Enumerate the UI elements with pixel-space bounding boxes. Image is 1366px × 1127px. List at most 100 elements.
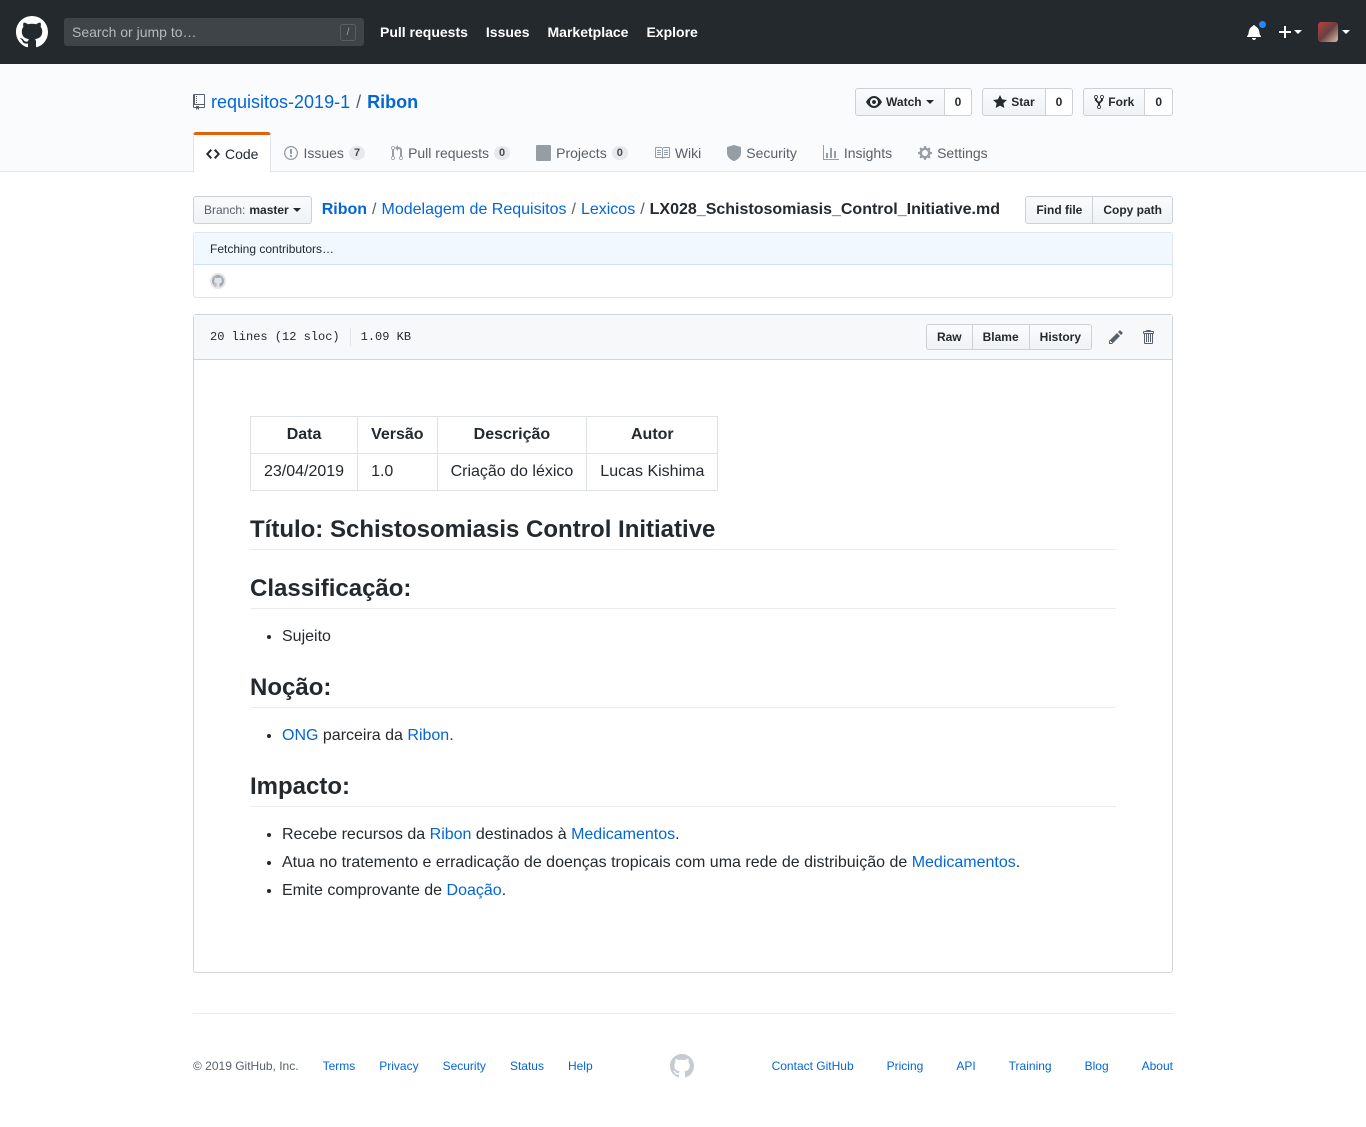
footer-link-about[interactable]: About [1142, 1059, 1173, 1073]
github-logo-icon[interactable] [16, 16, 48, 48]
footer-link-contact[interactable]: Contact GitHub [772, 1059, 854, 1073]
nav-pull-requests[interactable]: Pull requests [380, 24, 468, 40]
ribon-link[interactable]: Ribon [430, 826, 472, 843]
table-row: 23/04/2019 1.0 Criação do léxico Lucas K… [249, 453, 719, 491]
star-count[interactable]: 0 [1045, 88, 1074, 116]
tab-settings-label: Settings [937, 145, 988, 161]
table-cell: 23/04/2019 [249, 453, 359, 491]
tab-issues[interactable]: Issues 7 [271, 132, 378, 172]
breadcrumb-folder-modelagem[interactable]: Modelagem de Requisitos [382, 201, 567, 219]
blame-button[interactable]: Blame [971, 324, 1030, 350]
footer-link-pricing[interactable]: Pricing [887, 1059, 924, 1073]
nav-marketplace[interactable]: Marketplace [548, 24, 629, 40]
doacao-link[interactable]: Doação [447, 882, 502, 899]
file-header: 20 lines (12 sloc) 1.09 KB Raw Blame His… [194, 315, 1172, 360]
table-header: Versão [357, 416, 438, 454]
list-text: Atua no tratemento e erradicação de doen… [282, 854, 912, 871]
chevron-down-icon [1294, 30, 1302, 34]
repo-owner-link[interactable]: requisitos-2019-1 [211, 92, 350, 113]
footer-link-privacy[interactable]: Privacy [379, 1059, 418, 1073]
list-text: Emite comprovante de [282, 882, 447, 899]
edit-button[interactable] [1108, 329, 1124, 345]
pull-requests-counter: 0 [494, 146, 511, 160]
top-nav: Pull requests Issues Marketplace Explore [380, 24, 716, 40]
watch-count[interactable]: 0 [944, 88, 973, 116]
user-menu-dropdown[interactable] [1318, 22, 1350, 42]
issue-icon [284, 146, 299, 160]
commit-tease: Fetching contributors… [193, 232, 1173, 298]
tab-pull-requests[interactable]: Pull requests 0 [378, 132, 523, 172]
file-size: 1.09 KB [360, 330, 412, 344]
issues-counter: 7 [348, 146, 366, 160]
footer-link-terms[interactable]: Terms [323, 1059, 356, 1073]
find-file-button[interactable]: Find file [1025, 196, 1094, 224]
medicamentos-link[interactable]: Medicamentos [912, 854, 1016, 871]
projects-counter: 0 [611, 146, 628, 160]
table-cell: Lucas Kishima [586, 453, 719, 491]
list-item: Atua no tratemento e erradicação de doen… [282, 851, 1116, 875]
pull-request-icon [391, 145, 404, 160]
history-button[interactable]: History [1028, 324, 1092, 350]
delete-button[interactable] [1140, 329, 1156, 345]
breadcrumb-root[interactable]: Ribon [322, 201, 367, 219]
repo-tabs: Code Issues 7 Pull requests 0 Projects 0… [193, 132, 1173, 173]
list-item: Recebe recursos da Ribon destinados à Me… [282, 823, 1116, 847]
raw-button[interactable]: Raw [925, 324, 973, 350]
branch-name: master [249, 203, 289, 217]
create-new-dropdown[interactable] [1279, 24, 1302, 40]
gear-icon [918, 146, 933, 160]
impacto-heading: Impacto: [250, 772, 1116, 807]
tab-insights-label: Insights [843, 145, 893, 161]
footer-link-blog[interactable]: Blog [1085, 1059, 1109, 1073]
star-button[interactable]: Star [982, 88, 1046, 116]
classificacao-list: Sujeito [250, 625, 1116, 649]
nocao-heading: Noção: [250, 673, 1116, 708]
tab-code[interactable]: Code [193, 132, 272, 173]
footer-link-training[interactable]: Training [1009, 1059, 1052, 1073]
repo-icon [193, 94, 205, 110]
tab-security[interactable]: Security [714, 132, 810, 172]
notifications-button[interactable] [1247, 20, 1267, 40]
footer-link-security[interactable]: Security [443, 1059, 486, 1073]
list-text: . [1015, 854, 1021, 871]
github-mark-icon[interactable] [670, 1054, 695, 1078]
repo-title: requisitos-2019-1 / Ribon [193, 92, 418, 113]
tab-projects[interactable]: Projects 0 [523, 132, 641, 172]
site-footer: © 2019 GitHub, Inc. Terms Privacy Securi… [193, 1013, 1173, 1078]
fork-count[interactable]: 0 [1145, 88, 1173, 116]
medicamentos-link[interactable]: Medicamentos [571, 826, 675, 843]
search-input[interactable]: Search or jump to… / [64, 18, 364, 46]
list-item: ONG parceira da Ribon. [282, 724, 1116, 748]
ong-link[interactable]: ONG [282, 727, 318, 744]
nav-issues[interactable]: Issues [486, 24, 530, 40]
watch-button[interactable]: Watch [855, 88, 945, 116]
star-label: Star [1011, 95, 1035, 109]
breadcrumb-separator: / [372, 201, 377, 218]
breadcrumb-folder-lexicos[interactable]: Lexicos [581, 201, 635, 219]
copy-path-button[interactable]: Copy path [1093, 196, 1173, 224]
divider [349, 328, 351, 346]
code-icon [206, 148, 220, 159]
breadcrumb-separator: / [571, 201, 576, 218]
list-text: Recebe recursos da [282, 826, 430, 843]
fork-button[interactable]: Fork [1083, 88, 1146, 116]
tab-insights[interactable]: Insights [810, 132, 905, 172]
repo-name-link[interactable]: Ribon [367, 92, 418, 113]
footer-link-api[interactable]: API [956, 1059, 975, 1073]
list-text: destinados à [471, 826, 572, 843]
notification-dot [1258, 20, 1267, 29]
tab-settings[interactable]: Settings [905, 132, 1001, 172]
nav-explore[interactable]: Explore [646, 24, 697, 40]
footer-link-status[interactable]: Status [510, 1059, 544, 1073]
project-icon [536, 145, 552, 161]
tab-projects-label: Projects [556, 145, 607, 161]
branch-select-button[interactable]: Branch: master [193, 196, 312, 224]
footer-link-help[interactable]: Help [568, 1059, 593, 1073]
ribon-link[interactable]: Ribon [407, 727, 449, 744]
file-nav-actions: Find file Copy path [1025, 196, 1173, 224]
tab-wiki[interactable]: Wiki [641, 132, 714, 172]
version-table: Data Versão Descrição Autor 23/04/2019 1… [249, 416, 719, 491]
markdown-body: Data Versão Descrição Autor 23/04/2019 1… [194, 360, 1172, 903]
breadcrumb: Ribon / Modelagem de Requisitos / Lexico… [322, 201, 1000, 219]
github-mark-icon [212, 275, 224, 287]
